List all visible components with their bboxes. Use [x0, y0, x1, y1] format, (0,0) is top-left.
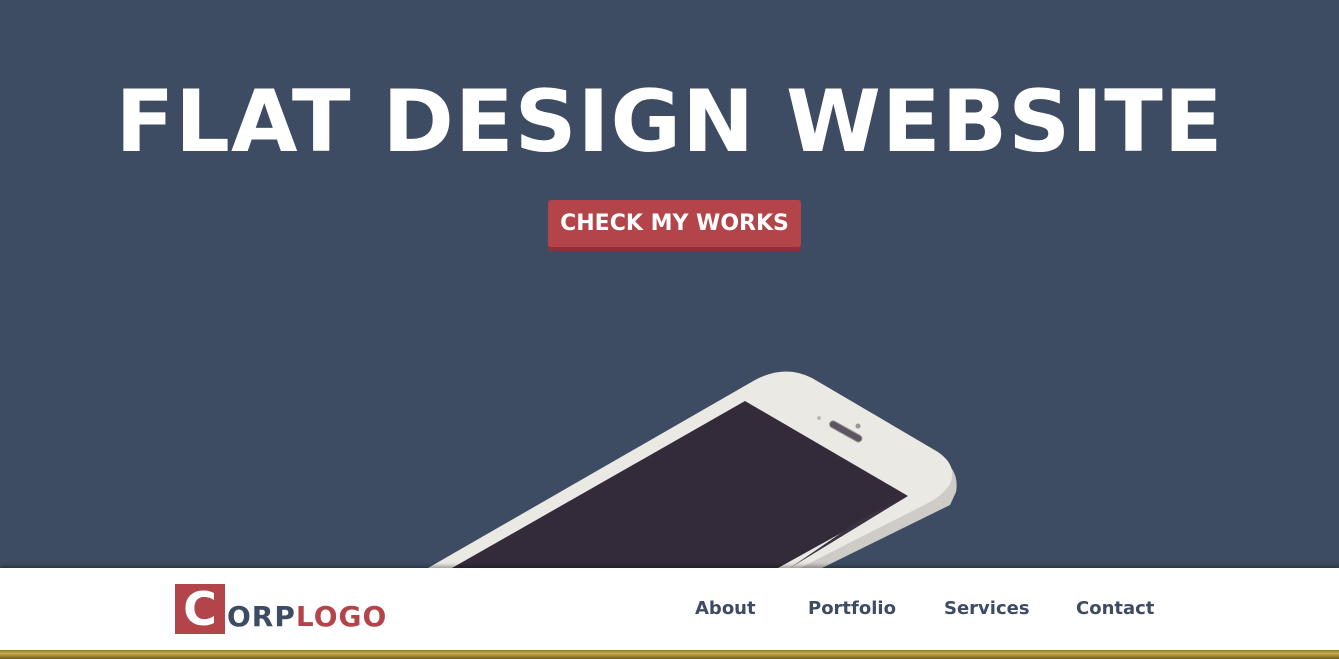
nav-item-about[interactable]: About [695, 568, 756, 650]
hero-section: FLAT DESIGN WEBSITE CHECK MY WORKS [0, 0, 1339, 568]
corp-logo[interactable]: C ORP LOGO [175, 584, 387, 634]
nav-item-contact[interactable]: Contact [1076, 568, 1154, 650]
nav-item-services[interactable]: Services [944, 568, 1030, 650]
navbar: C ORP LOGO About Portfolio Services Cont… [0, 568, 1339, 650]
logo-corp-text: ORP [227, 600, 296, 633]
nav-item-portfolio[interactable]: Portfolio [808, 568, 896, 650]
smartphone-illustration [428, 371, 957, 568]
front-camera-dot [855, 423, 861, 429]
logo-logo-text: LOGO [295, 600, 388, 633]
bottom-stripe [0, 650, 1339, 659]
sensor-dot [817, 416, 821, 420]
logo-initial: C [175, 584, 225, 634]
